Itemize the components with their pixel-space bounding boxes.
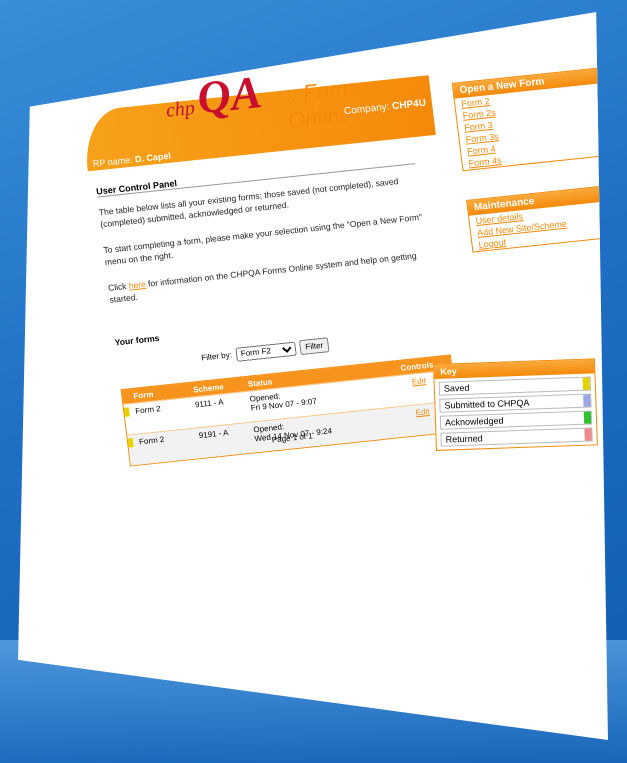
screenshot-page: chp QA :: Forms Online Company: CHP4U RP… [18, 12, 608, 740]
key-title: Key [434, 359, 595, 379]
logo-chp: chp [164, 96, 197, 122]
key-item-acknowledged: Acknowledged [439, 410, 593, 430]
key-swatch [582, 377, 590, 390]
key-label: Returned [445, 433, 483, 445]
filter-bar: Filter by: Form F2 Filter [200, 337, 331, 365]
maintenance-panel: Maintenance User details Add New Site/Sc… [466, 184, 608, 253]
filter-select[interactable]: Form F2 [234, 341, 297, 362]
key-item-submitted: Submitted to CHPQA [439, 393, 592, 413]
forms-table: Form Scheme Status Controls Form 2 9111 … [120, 354, 461, 467]
row-scheme: 9111 - A [194, 397, 225, 410]
open-new-form-panel: Open a New Form Form 2 Form 2s Form 3 Fo… [451, 66, 608, 172]
your-forms-heading: Your forms [114, 332, 160, 348]
filter-button[interactable]: Filter [298, 337, 331, 356]
key-label: Saved [443, 382, 470, 394]
row-form: Form 2 [127, 431, 200, 448]
key-label: Submitted to CHPQA [444, 397, 530, 411]
key-swatch [583, 394, 591, 407]
row-scheme: 9191 - A [198, 428, 229, 441]
row-form: Form 2 [123, 400, 196, 417]
filter-label: Filter by: [200, 350, 233, 363]
help-text-pre: Click [107, 281, 128, 293]
logo-qa: QA [194, 66, 265, 124]
key-swatch [583, 411, 592, 424]
key-label: Acknowledged [444, 415, 504, 428]
key-item-saved: Saved [438, 376, 592, 396]
status-key: Key Saved Submitted to CHPQA Acknowledge… [433, 358, 598, 451]
key-swatch [584, 428, 592, 441]
key-item-returned: Returned [440, 427, 593, 447]
chpqa-logo: chp QA [162, 65, 265, 128]
help-link[interactable]: here [128, 279, 146, 291]
